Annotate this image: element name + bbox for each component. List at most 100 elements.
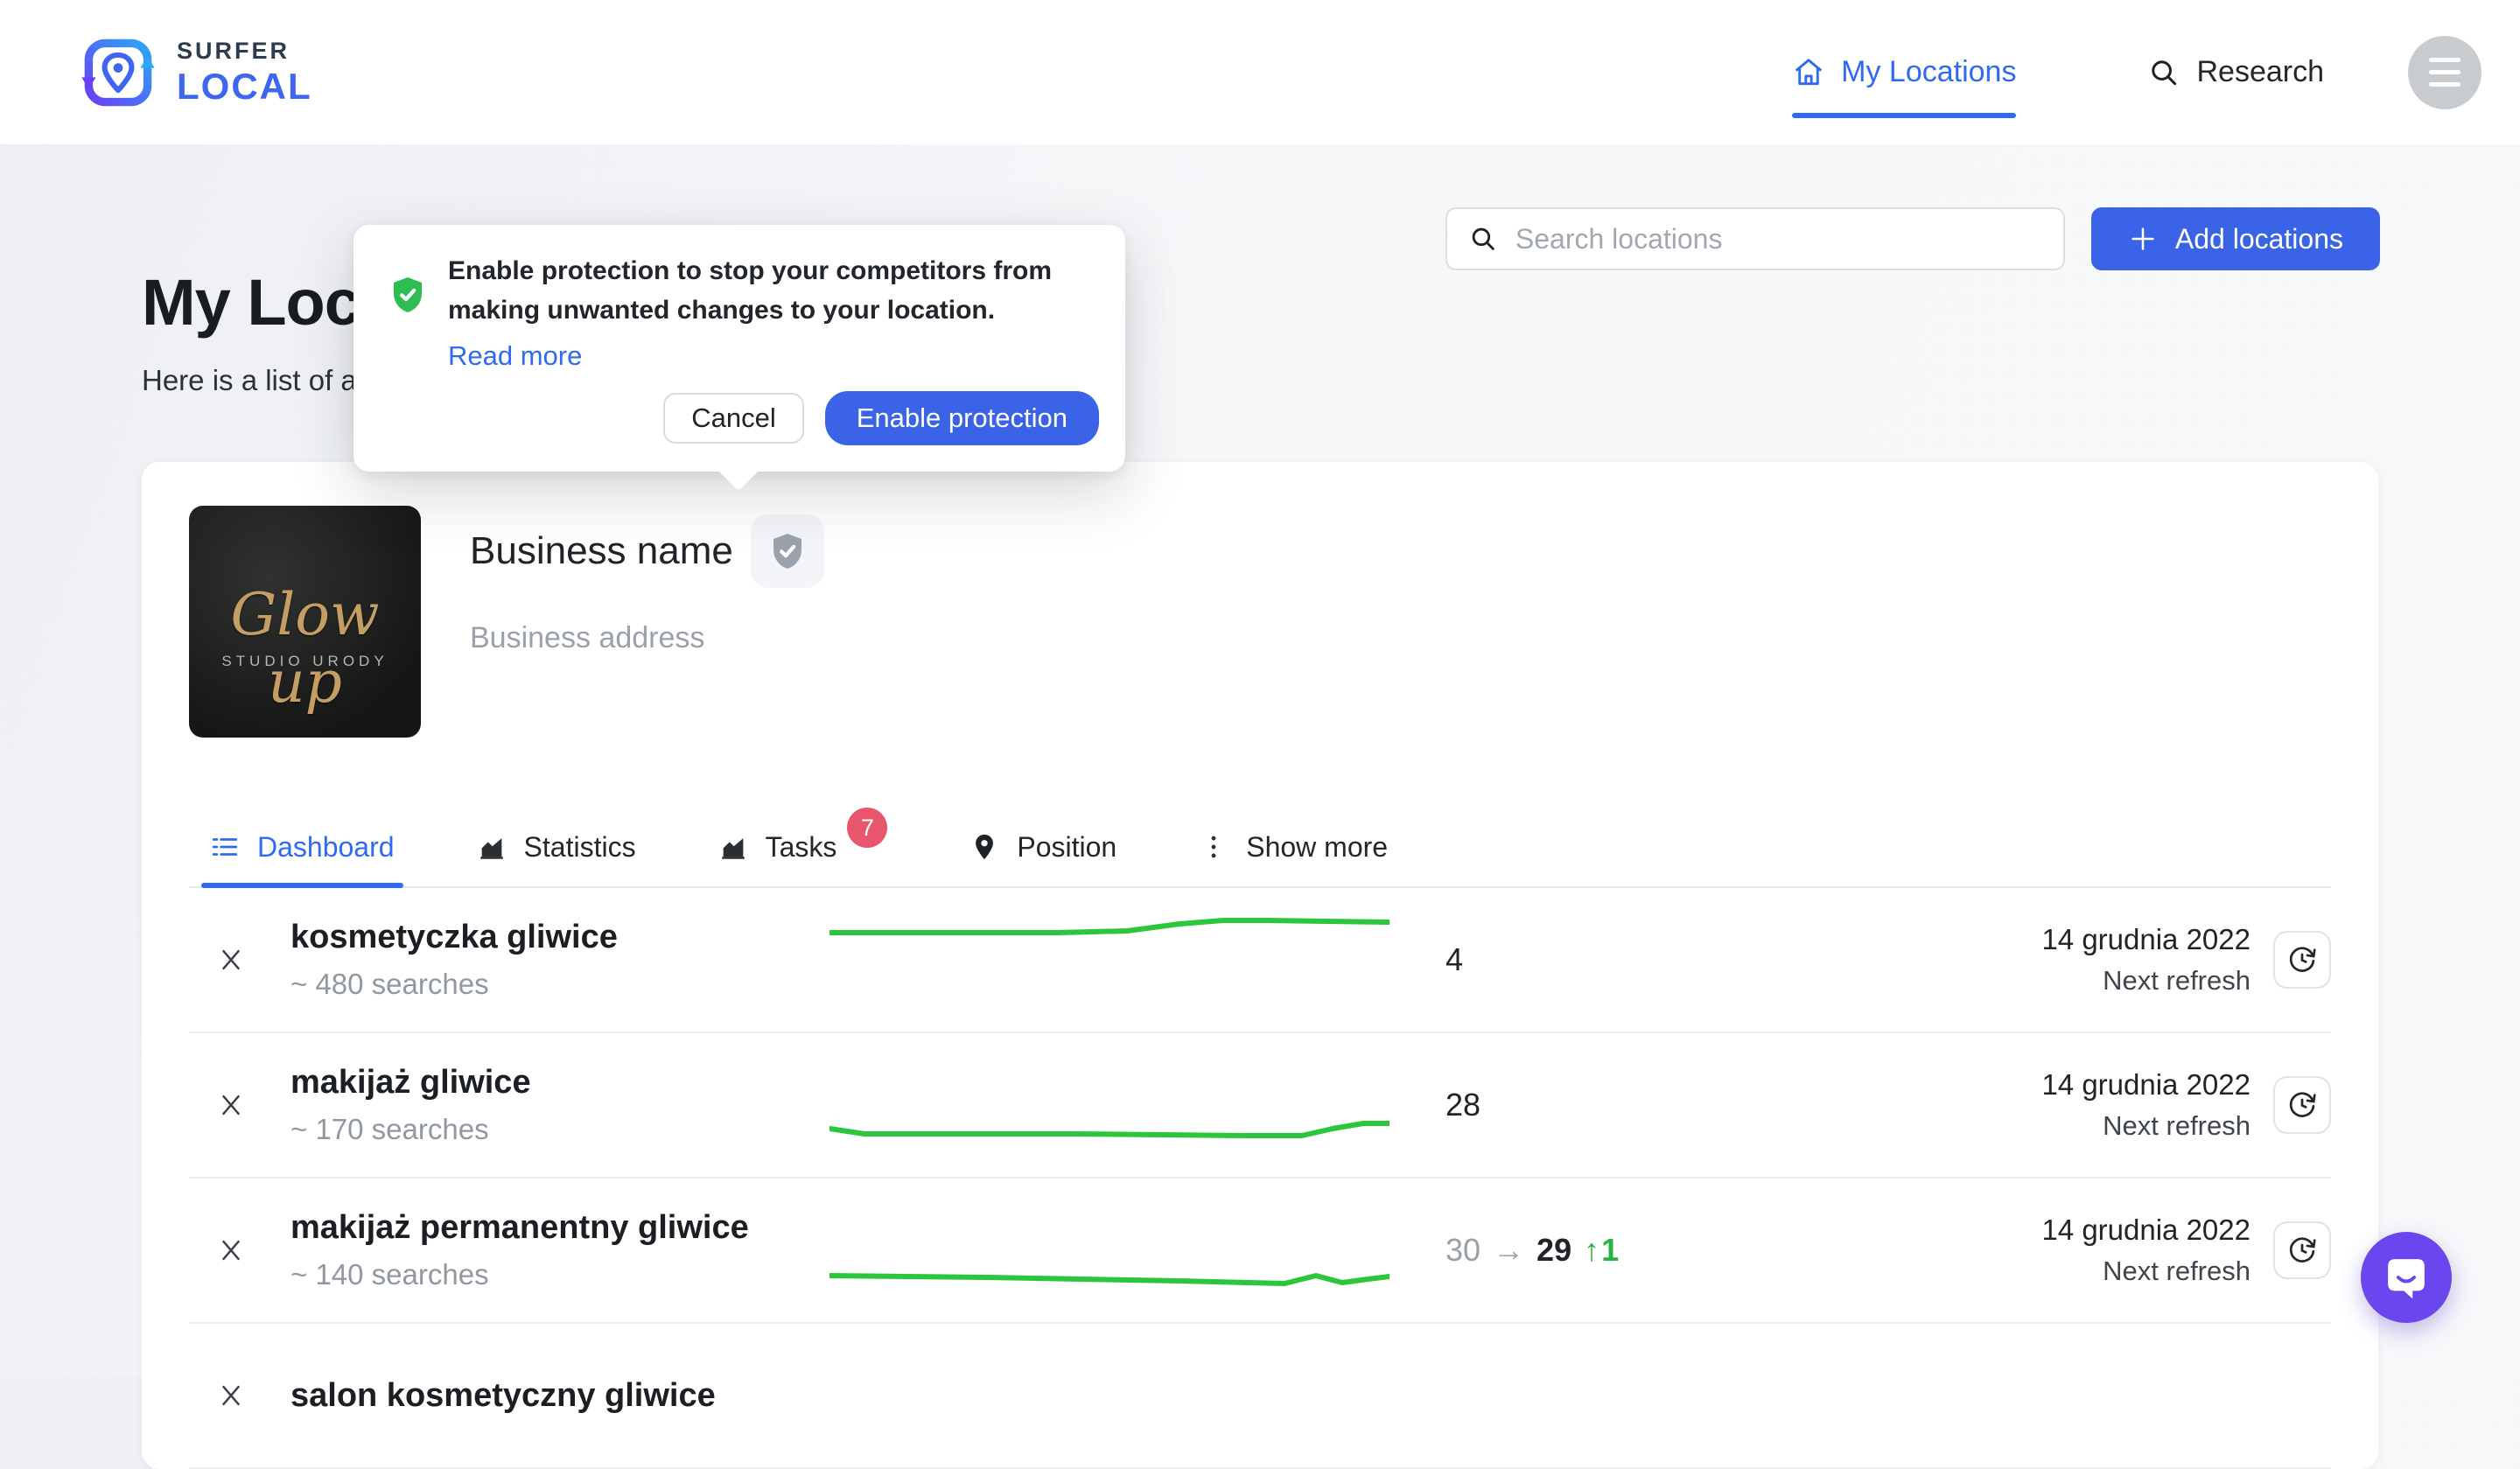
keyword-trend-sparkline	[830, 887, 1390, 1032]
location-tabs: Dashboard Statistics Tasks 7	[189, 808, 2331, 888]
close-x-icon	[216, 1235, 246, 1265]
business-logo-script: Glow up	[189, 581, 421, 716]
protection-shield-button[interactable]	[751, 514, 824, 588]
keyword-row: salon kosmetyczny gliwice	[189, 1324, 2331, 1469]
search-locations-input[interactable]	[1514, 222, 2042, 256]
tab-tasks[interactable]: Tasks 7	[718, 808, 888, 886]
business-header: Glow up STUDIO URODY Business name Busin…	[189, 506, 2331, 738]
keyword-info: kosmetyczka gliwice ~ 480 searches	[290, 919, 816, 1001]
keyword-position: 4	[1446, 941, 2041, 978]
search-locations-box	[1446, 207, 2065, 270]
refresh-date: 14 grudnia 2022	[2041, 1068, 2250, 1102]
keyword-info: makijaż gliwice ~ 170 searches	[290, 1064, 816, 1146]
enable-protection-popover: Enable protection to stop your competito…	[354, 225, 1125, 472]
tasks-count-badge: 7	[847, 808, 887, 848]
chart-icon	[477, 832, 507, 862]
refresh-date-block: 14 grudnia 2022 Next refresh	[2041, 1214, 2250, 1287]
keyword-volume: ~ 170 searches	[290, 1113, 816, 1146]
refresh-history-icon	[2286, 1089, 2318, 1121]
location-card: Glow up STUDIO URODY Business name Busin…	[142, 462, 2378, 1469]
refresh-history-button[interactable]	[2273, 931, 2331, 989]
business-address: Business address	[470, 621, 824, 655]
current-position: 28	[1446, 1087, 1480, 1123]
keyword-volume: ~ 140 searches	[290, 1258, 816, 1291]
keyword-info: salon kosmetyczny gliwice	[290, 1377, 816, 1415]
refresh-date-block: 14 grudnia 2022 Next refresh	[2041, 1068, 2250, 1142]
keyword-row: makijaż permanentny gliwice ~ 140 search…	[189, 1179, 2331, 1324]
business-name: Business name	[470, 529, 733, 573]
enable-protection-button[interactable]: Enable protection	[825, 391, 1099, 445]
nav-my-locations-label: My Locations	[1841, 55, 2016, 89]
nav-research[interactable]: Research	[2147, 0, 2324, 144]
chat-launcher-button[interactable]	[2361, 1232, 2452, 1323]
refresh-label: Next refresh	[2041, 965, 2250, 997]
nav-my-locations[interactable]: My Locations	[1792, 0, 2016, 144]
tab-dashboard-label: Dashboard	[257, 831, 395, 864]
add-locations-label: Add locations	[2175, 223, 2343, 255]
business-logo-subtitle: STUDIO URODY	[189, 653, 421, 670]
pin-icon	[970, 832, 999, 862]
delete-keyword-button[interactable]	[208, 937, 254, 983]
business-info: Business name Business address	[470, 506, 824, 738]
keyword-volume: ~ 480 searches	[290, 968, 816, 1001]
refresh-history-icon	[2286, 944, 2318, 976]
keyword-position: 28	[1446, 1087, 2041, 1123]
delete-keyword-button[interactable]	[208, 1373, 254, 1418]
tab-position-label: Position	[1017, 831, 1116, 864]
current-position: 4	[1446, 941, 1463, 978]
shield-check-icon	[387, 274, 429, 316]
top-nav: My Locations Research	[1792, 0, 2482, 144]
list-icon	[210, 832, 240, 862]
popover-message: Enable protection to stop your competito…	[448, 251, 1099, 330]
verified-shield-icon	[766, 530, 808, 572]
refresh-history-button[interactable]	[2273, 1076, 2331, 1134]
surfer-local-logo-icon	[80, 35, 156, 110]
add-locations-button[interactable]: Add locations	[2091, 207, 2380, 270]
refresh-date: 14 grudnia 2022	[2041, 923, 2250, 956]
tab-dashboard[interactable]: Dashboard	[210, 808, 395, 886]
avatar-menu-button[interactable]	[2408, 36, 2482, 109]
keyword-position: 30 → 29 ↑1	[1446, 1232, 2041, 1269]
brand-line1: SURFER	[177, 39, 312, 63]
keyword-trend-sparkline	[830, 1032, 1390, 1178]
close-x-icon	[216, 1090, 246, 1120]
keyword-row: kosmetyczka gliwice ~ 480 searches 4 14 …	[189, 888, 2331, 1033]
locations-toolbar: Add locations	[1446, 207, 2380, 270]
business-logo: Glow up STUDIO URODY	[189, 506, 421, 738]
dots-vertical-icon	[1199, 832, 1228, 862]
tab-statistics-label: Statistics	[524, 831, 636, 864]
chat-bubble-icon	[2381, 1252, 2432, 1303]
plus-icon	[2128, 224, 2158, 254]
brand-line2: LOCAL	[177, 68, 312, 105]
home-icon	[1792, 56, 1825, 89]
keyword-name: kosmetyczka gliwice	[290, 919, 816, 956]
previous-position: 30	[1446, 1232, 1480, 1269]
tab-position[interactable]: Position	[970, 808, 1116, 886]
nav-research-label: Research	[2196, 55, 2324, 89]
refresh-history-button[interactable]	[2273, 1221, 2331, 1279]
surfer-local-logo[interactable]: SURFER LOCAL	[80, 35, 312, 110]
tab-statistics[interactable]: Statistics	[477, 808, 636, 886]
keyword-trend-sparkline	[830, 1178, 1390, 1323]
tab-tasks-label: Tasks	[766, 831, 837, 864]
current-position: 29	[1536, 1232, 1572, 1269]
tab-active-underline	[201, 883, 403, 888]
chart-icon	[718, 832, 748, 862]
cancel-button[interactable]: Cancel	[663, 393, 804, 444]
refresh-date-block: 14 grudnia 2022 Next refresh	[2041, 923, 2250, 997]
read-more-link[interactable]: Read more	[448, 340, 582, 372]
hamburger-icon	[2429, 58, 2460, 87]
position-arrow-icon: →	[1493, 1232, 1524, 1269]
delete-keyword-button[interactable]	[208, 1082, 254, 1128]
keyword-list: kosmetyczka gliwice ~ 480 searches 4 14 …	[189, 888, 2331, 1469]
search-icon	[2147, 56, 2180, 89]
tab-show-more[interactable]: Show more	[1199, 808, 1388, 886]
keyword-info: makijaż permanentny gliwice ~ 140 search…	[290, 1209, 816, 1291]
keyword-name: makijaż permanentny gliwice	[290, 1209, 816, 1247]
refresh-date: 14 grudnia 2022	[2041, 1214, 2250, 1247]
nav-active-underline	[1792, 113, 2016, 118]
search-icon	[1468, 224, 1498, 254]
top-bar: SURFER LOCAL My Locations Research	[0, 0, 2520, 144]
close-x-icon	[216, 945, 246, 975]
delete-keyword-button[interactable]	[208, 1228, 254, 1273]
